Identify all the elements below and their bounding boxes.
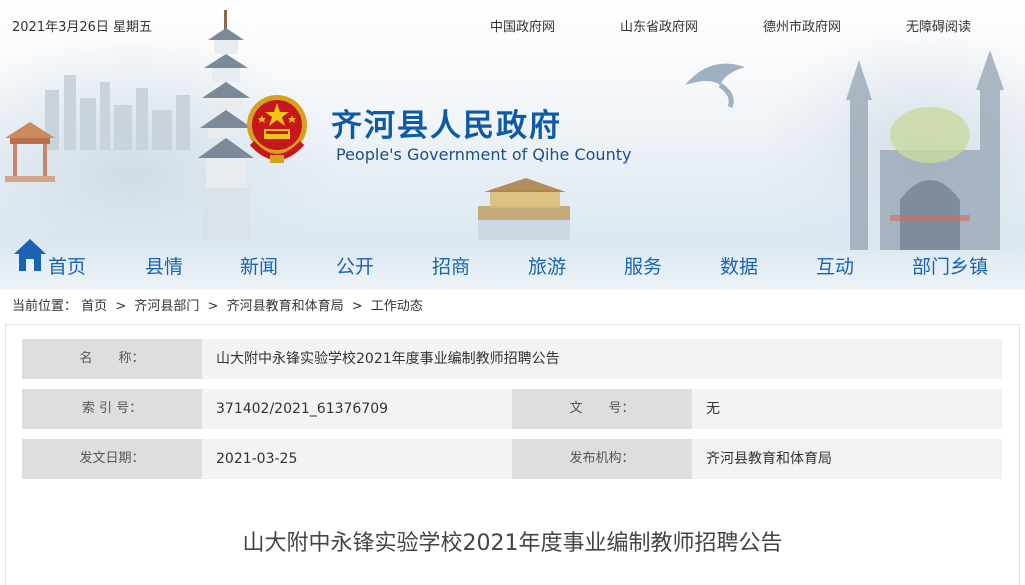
breadcrumb-work-news[interactable]: 工作动态 xyxy=(371,299,423,314)
index-value: 371402/2021_61376709 xyxy=(202,389,512,429)
nav-investment[interactable]: 招商 xyxy=(432,252,470,279)
info-row-name: 名 称： 山大附中永锋实验学校2021年度事业编制教师招聘公告 xyxy=(22,339,1002,379)
link-shandong-gov[interactable]: 山东省政府网 xyxy=(620,16,698,35)
docno-label: 文 号： xyxy=(512,389,692,429)
site-title: 齐河县人民政府 xyxy=(331,108,562,144)
breadcrumb-departments[interactable]: 齐河县部门 xyxy=(134,299,199,314)
dolphin-sculpture-illustration xyxy=(685,63,745,108)
breadcrumb-prefix: 当前位置： xyxy=(12,299,78,314)
pavilion-illustration xyxy=(5,122,55,182)
nav-disclosure[interactable]: 公开 xyxy=(336,252,374,279)
nav-news[interactable]: 新闻 xyxy=(240,252,278,279)
nav-interaction[interactable]: 互动 xyxy=(816,252,854,279)
date-value: 2021-03-25 xyxy=(202,439,512,479)
index-label: 索 引 号： xyxy=(22,389,202,429)
docno-value: 无 xyxy=(692,389,1002,429)
current-date: 2021年3月26日 星期五 xyxy=(12,20,153,35)
nav-data[interactable]: 数据 xyxy=(720,252,758,279)
link-dezhou-gov[interactable]: 德州市政府网 xyxy=(763,16,841,35)
org-value: 齐河县教育和体育局 xyxy=(692,439,1002,479)
home-icon[interactable] xyxy=(12,237,48,273)
boat-illustration xyxy=(478,178,570,240)
header-banner: 2021年3月26日 星期五 中国政府网 山东省政府网 德州市政府网 无障碍阅读… xyxy=(0,0,1025,290)
nav-services[interactable]: 服务 xyxy=(624,252,662,279)
article-title: 山大附中永锋实验学校2021年度事业编制教师招聘公告 xyxy=(242,531,783,556)
info-row-index: 索 引 号： 371402/2021_61376709 文 号： 无 xyxy=(22,389,1002,429)
national-emblem-icon xyxy=(247,95,307,163)
breadcrumb-education-bureau[interactable]: 齐河县教育和体育局 xyxy=(227,299,344,314)
link-accessibility[interactable]: 无障碍阅读 xyxy=(906,16,971,35)
org-label: 发布机构： xyxy=(512,439,692,479)
site-subtitle: People's Government of Qihe County xyxy=(336,145,632,164)
name-value: 山大附中永锋实验学校2021年度事业编制教师招聘公告 xyxy=(202,339,1002,379)
nav-tourism[interactable]: 旅游 xyxy=(528,252,566,279)
breadcrumb-home[interactable]: 首页 xyxy=(81,299,107,314)
castle-illustration xyxy=(846,50,1004,250)
nav-county-info[interactable]: 县情 xyxy=(145,252,183,279)
nav-departments[interactable]: 部门乡镇 xyxy=(912,252,988,279)
city-skyline-illustration xyxy=(45,75,190,150)
name-label: 名 称： xyxy=(22,339,202,379)
breadcrumb-separator: > xyxy=(351,299,363,314)
breadcrumb-separator: > xyxy=(115,299,127,314)
breadcrumb: 当前位置： 首页 > 齐河县部门 > 齐河县教育和体育局 > 工作动态 xyxy=(12,295,423,314)
link-china-gov[interactable]: 中国政府网 xyxy=(490,16,555,35)
nav-home[interactable]: 首页 xyxy=(48,252,86,279)
date-label: 发文日期： xyxy=(22,439,202,479)
info-row-date: 发文日期： 2021-03-25 发布机构： 齐河县教育和体育局 xyxy=(22,439,1002,479)
breadcrumb-separator: > xyxy=(207,299,219,314)
